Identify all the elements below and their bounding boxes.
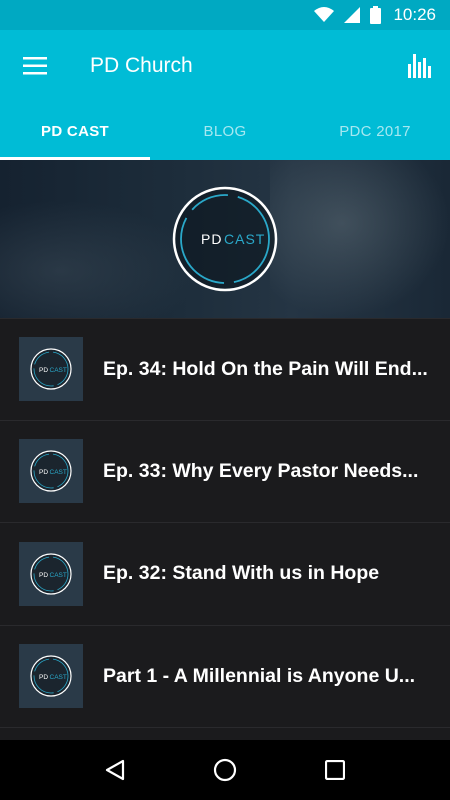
back-icon[interactable]: [90, 745, 140, 795]
thumb-text-pd: PD: [39, 469, 48, 476]
battery-icon: [370, 6, 382, 24]
tab-pdc-2017[interactable]: PDC 2017: [300, 102, 450, 160]
tab-pd-cast[interactable]: PD CAST: [0, 102, 150, 160]
recents-icon[interactable]: [310, 745, 360, 795]
episode-title: Ep. 32: Stand With us in Hope: [103, 562, 380, 585]
wifi-icon: [314, 7, 335, 23]
thumb-text-cast: CAST: [50, 469, 67, 476]
episode-list: PD CAST Ep. 34: Hold On the Pain Will En…: [0, 318, 450, 728]
episode-title: Ep. 34: Hold On the Pain Will End...: [103, 357, 428, 380]
hamburger-menu-icon[interactable]: [0, 30, 70, 102]
thumb-text-pd: PD: [39, 367, 48, 374]
home-icon[interactable]: [200, 745, 250, 795]
episode-item[interactable]: PD CAST Part 1 - A Millennial is Anyone …: [0, 625, 450, 728]
tab-blog[interactable]: BLOG: [150, 102, 300, 160]
episode-item[interactable]: PD CAST Ep. 32: Stand With us in Hope: [0, 523, 450, 626]
logo-text-pd: PD: [201, 231, 222, 247]
status-time: 10:26: [393, 5, 436, 24]
equalizer-icon[interactable]: [390, 30, 450, 102]
episode-thumbnail: PD CAST: [19, 337, 83, 402]
thumb-text-pd: PD: [39, 674, 48, 681]
episode-title: Ep. 33: Why Every Pastor Needs...: [103, 459, 419, 482]
status-bar: 10:26: [0, 0, 450, 30]
pdcast-logo: PD CAST: [172, 186, 278, 292]
episode-thumbnail: PD CAST: [19, 439, 83, 504]
episode-thumbnail: PD CAST: [19, 541, 83, 606]
app-bar: PD Church: [0, 30, 450, 102]
logo-text-cast: CAST: [224, 231, 265, 247]
thumb-text-cast: CAST: [50, 572, 67, 579]
podcast-hero-banner: PD CAST: [0, 160, 450, 318]
tab-bar: PD CAST BLOG PDC 2017: [0, 102, 450, 160]
thumb-text-cast: CAST: [50, 367, 67, 374]
thumb-text-pd: PD: [39, 572, 48, 579]
app-title: PD Church: [90, 54, 193, 77]
thumb-text-cast: CAST: [50, 674, 67, 681]
episode-item[interactable]: PD CAST Ep. 33: Why Every Pastor Needs..…: [0, 420, 450, 523]
episode-thumbnail: PD CAST: [19, 644, 83, 709]
episode-item[interactable]: PD CAST Ep. 34: Hold On the Pain Will En…: [0, 318, 450, 421]
episode-title: Part 1 - A Millennial is Anyone U...: [103, 664, 416, 687]
signal-icon: [344, 7, 361, 23]
system-nav-bar: [0, 740, 450, 800]
